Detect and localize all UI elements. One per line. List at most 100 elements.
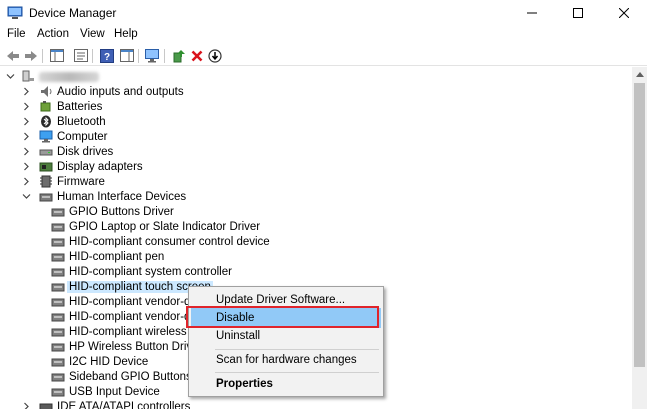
scroll-thumb[interactable] [634,83,645,367]
hid-device-icon [51,223,65,232]
maximize-icon [573,8,583,18]
hid-device-item[interactable]: HID-compliant vendor-def [51,294,200,309]
monitor-scan-icon [145,48,159,62]
tree-item-label: I2C HID Device [69,355,149,368]
tree-category[interactable]: Bluetooth [22,114,106,129]
menu-properties[interactable]: Properties [191,374,381,394]
forward-button[interactable] [22,47,39,64]
close-button[interactable] [601,0,647,26]
context-menu: Update Driver Software... Disable Uninst… [188,286,384,397]
hid-device-icon [51,238,65,247]
hid-device-icon [51,358,65,367]
minimize-icon [527,12,537,14]
vertical-scrollbar[interactable] [632,67,647,409]
disable-device-button[interactable] [206,47,223,64]
update-driver-button[interactable] [170,47,187,64]
hid-device-icon [51,268,65,277]
tree-category[interactable]: Disk drives [22,144,113,159]
tree-category[interactable]: Human Interface Devices [22,189,186,204]
tree-item-label: HID-compliant consumer control device [69,235,270,248]
display-adapter-icon [39,162,53,172]
help-icon: ? [99,48,114,63]
back-button[interactable] [4,47,21,64]
toolbar: ? [0,45,647,66]
tree-category[interactable]: Audio inputs and outputs [22,84,184,99]
scroll-up-button[interactable] [632,67,647,82]
chevron-right-icon[interactable] [22,177,31,186]
uninstall-button[interactable] [188,47,205,64]
tree-item-label: HID-compliant system controller [69,265,232,278]
hid-device-item[interactable]: HP Wireless Button Driver [51,339,202,354]
tree-item-label: Batteries [57,100,103,113]
menu-file[interactable]: File [7,28,26,40]
tree-category[interactable]: Firmware [22,174,105,189]
menu-help[interactable]: Help [114,28,138,40]
menu-action[interactable]: Action [37,28,69,40]
tree-item-label: HP Wireless Button Driver [69,340,203,353]
tree-item-label: IDE ATA/ATAPI controllers [57,400,191,409]
device-manager-icon [7,6,23,19]
hid-device-icon [51,388,65,397]
action-pane-button[interactable] [118,47,135,64]
window-title: Device Manager [29,6,117,20]
chevron-right-icon[interactable] [22,132,31,141]
toolbar-separator [42,49,43,63]
speaker-icon [41,86,52,97]
hid-device-item[interactable]: GPIO Laptop or Slate Indicator Driver [51,219,260,234]
tree-item-label: Computer [57,130,108,143]
hid-device-icon [51,283,65,292]
hid-device-icon [51,208,65,217]
hid-device-item[interactable]: HID-compliant system controller [51,264,232,279]
menu-scan-hardware[interactable]: Scan for hardware changes [191,350,381,370]
tree-root[interactable] [6,69,99,84]
tree-category[interactable]: IDE ATA/ATAPI controllers [22,399,190,409]
redacted-computer-name [39,71,99,82]
menu-view[interactable]: View [80,28,105,40]
hid-device-item[interactable]: HID-compliant vendor-def [51,309,200,324]
chevron-right-icon[interactable] [22,102,31,111]
tree-item-label: Display adapters [57,160,143,173]
scroll-up-arrow-icon [635,72,644,77]
hid-device-item[interactable]: HID-compliant wireless rac [51,324,206,339]
hid-device-item[interactable]: I2C HID Device [51,354,148,369]
help-toolbar-button[interactable]: ? [98,47,115,64]
tree-category[interactable]: Display adapters [22,159,143,174]
hid-device-item[interactable]: USB Input Device [51,384,160,399]
minimize-button[interactable] [509,0,555,26]
tree-category[interactable]: Batteries [22,99,102,114]
chevron-right-icon[interactable] [22,402,31,409]
tree-category[interactable]: Computer [22,129,108,144]
battery-icon [40,101,51,112]
down-arrow-circle-icon [207,48,222,63]
toolbar-separator [92,49,93,63]
tree-item-label: Bluetooth [57,115,106,128]
properties-icon [73,49,88,62]
tree-item-label: USB Input Device [69,385,160,398]
menu-uninstall[interactable]: Uninstall [191,326,381,346]
bluetooth-icon [41,115,51,128]
chevron-right-icon[interactable] [22,87,31,96]
chevron-right-icon[interactable] [22,117,31,126]
maximize-button[interactable] [555,0,601,26]
tree-item-label: HID-compliant vendor-def [69,295,201,308]
action-pane-icon [119,49,134,62]
hid-device-icon [51,313,65,322]
firmware-icon [40,175,52,188]
update-driver-icon [173,49,185,62]
chevron-right-icon[interactable] [22,162,31,171]
chevron-down-icon[interactable] [6,72,15,81]
chevron-right-icon[interactable] [22,147,31,156]
title-bar: Device Manager [0,0,647,26]
tree-item-label: GPIO Laptop or Slate Indicator Driver [69,220,261,233]
hid-device-item[interactable]: HID-compliant pen [51,249,164,264]
ide-icon [39,403,53,409]
tree-item-label: HID-compliant pen [69,250,165,263]
disk-drive-icon [39,149,53,156]
scan-hardware-button[interactable] [144,47,161,64]
tree-item-label: HID-compliant vendor-def [69,310,201,323]
chevron-down-icon[interactable] [22,192,31,201]
hid-device-item[interactable]: HID-compliant consumer control device [51,234,270,249]
hid-device-item[interactable]: GPIO Buttons Driver [51,204,174,219]
show-hide-tree-button[interactable] [48,47,65,64]
properties-toolbar-button[interactable] [72,47,89,64]
